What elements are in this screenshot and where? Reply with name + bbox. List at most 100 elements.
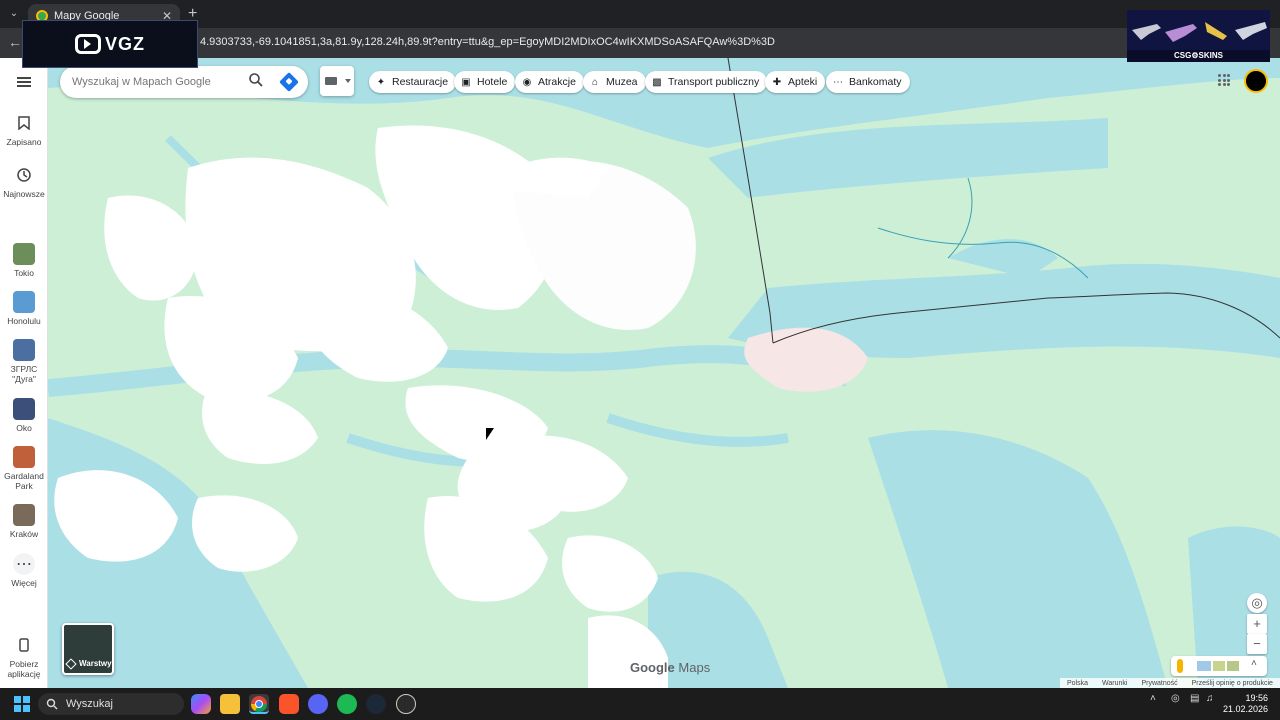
csgo-skins-overlay: CSG⚙SKINS — [1127, 10, 1270, 62]
logo-google: Google — [630, 660, 675, 675]
pegman-icon[interactable] — [1177, 659, 1183, 673]
layers-icon — [65, 657, 77, 670]
microphone-icon[interactable]: ◎ — [1171, 693, 1180, 704]
footer-link[interactable]: Prywatność — [1141, 680, 1177, 687]
rail-label-place: ЗГРЛС "Дуга" — [10, 364, 38, 384]
camera-icon: ◉ — [522, 76, 532, 88]
menu-icon[interactable] — [17, 77, 31, 87]
footer-link[interactable]: Warunki — [1102, 680, 1127, 687]
chip-transit[interactable]: ▩ Transport publiczny — [645, 71, 768, 93]
play-icon — [74, 34, 101, 54]
search-input[interactable] — [72, 76, 248, 88]
imagery-thumbnail[interactable] — [1227, 661, 1239, 671]
rail-label-get-app: Pobierz aplikację — [7, 659, 41, 679]
chip-label: Transport publiczny — [668, 76, 760, 88]
rail-item-oko[interactable]: Oko — [0, 398, 48, 433]
fork-knife-icon: ✦ — [376, 76, 386, 88]
place-thumbnail — [13, 291, 35, 313]
chip-label: Muzea — [606, 76, 638, 88]
clock[interactable]: 19:56 21.02.2026 — [1218, 693, 1268, 715]
rail-item-tokio[interactable]: Tokio — [0, 243, 48, 278]
expand-icon[interactable]: ˄ — [1251, 658, 1257, 669]
phone-icon — [13, 634, 35, 656]
back-arrow-icon[interactable]: ← — [8, 34, 22, 50]
rail-item-honolulu[interactable]: Honolulu — [0, 291, 48, 326]
rail-item-more[interactable]: ⋯ Więcej — [0, 553, 48, 588]
clock-time: 19:56 — [1245, 693, 1268, 703]
map-canvas[interactable] — [48, 58, 1280, 688]
map-terrain — [48, 58, 1280, 688]
chip-pharmacies[interactable]: ✚ Apteki — [765, 71, 826, 93]
directions-icon[interactable] — [279, 72, 299, 92]
clock-date: 21.02.2026 — [1222, 704, 1268, 714]
logo-maps: Maps — [678, 660, 711, 675]
chevron-up-icon[interactable]: ˄ — [1150, 693, 1156, 704]
map-footer: Polska Warunki Prywatność Prześlij opini… — [1060, 678, 1280, 688]
zoom-in-button[interactable]: + — [1247, 614, 1267, 634]
footer-link[interactable]: Prześlij opinię o produkcie — [1192, 680, 1273, 687]
chip-label: Bankomaty — [849, 76, 902, 88]
taskbar-search[interactable]: Wyszukaj — [38, 693, 184, 715]
chip-attractions[interactable]: ◉ Atrakcje — [515, 71, 584, 93]
chrome-icon[interactable] — [249, 694, 269, 714]
mouse-cursor-icon — [486, 428, 494, 440]
rail-label-saved: Zapisano — [6, 137, 42, 147]
history-icon — [13, 164, 35, 186]
google-apps-icon[interactable] — [1218, 74, 1230, 86]
imagery-thumbnail[interactable] — [1197, 661, 1211, 671]
spotify-icon[interactable] — [337, 694, 357, 714]
footer-link[interactable]: Polska — [1067, 680, 1088, 687]
chip-hotels[interactable]: ▣ Hotele — [454, 71, 516, 93]
windows-start-icon[interactable] — [14, 696, 30, 712]
place-thumbnail — [13, 339, 35, 361]
url-field[interactable]: 4.9303733,-69.1041851,3a,81.9y,128.24h,8… — [200, 36, 775, 48]
street-view-controls: ˄ — [1171, 656, 1267, 676]
place-thumbnail — [13, 398, 35, 420]
search-icon[interactable] — [248, 72, 268, 92]
rail-item-recent[interactable]: Najnowsze — [0, 164, 48, 199]
rail-item-duga[interactable]: ЗГРЛС "Дуга" — [0, 339, 48, 384]
brave-icon[interactable] — [279, 694, 299, 714]
account-avatar[interactable] — [1244, 69, 1268, 93]
input-tools-toggle[interactable] — [320, 66, 354, 96]
rail-item-krakow[interactable]: Kraków — [0, 504, 48, 539]
windows-taskbar: Wyszukaj ˄ ◎ ▤ ♫ 19:56 21.02.2026 — [0, 688, 1280, 720]
volume-icon[interactable]: ♫ — [1206, 693, 1214, 704]
pharmacy-icon: ✚ — [772, 76, 782, 88]
search-box — [60, 66, 308, 98]
place-thumbnail — [13, 446, 35, 468]
vgz-logo-overlay: VGZ — [22, 20, 198, 68]
place-thumbnail — [13, 504, 35, 526]
chip-atms[interactable]: ⋯ Bankomaty — [826, 71, 910, 93]
zoom-out-button[interactable]: − — [1247, 634, 1267, 654]
imagery-thumbnail[interactable] — [1213, 661, 1225, 671]
app-icon[interactable] — [396, 694, 416, 714]
rail-item-gardaland[interactable]: Gardaland Park — [0, 446, 48, 491]
rail-label-place: Tokio — [14, 268, 34, 278]
my-location-icon[interactable]: ◎ — [1247, 593, 1267, 613]
display-icon[interactable]: ▤ — [1190, 693, 1199, 704]
taskbar-search-label: Wyszukaj — [66, 698, 113, 710]
rail-label-place: Oko — [16, 423, 32, 433]
chip-label: Restauracje — [392, 76, 449, 88]
more-dots-icon: ⋯ — [13, 553, 35, 575]
rail-label-more: Więcej — [11, 578, 37, 588]
bed-icon: ▣ — [461, 76, 471, 88]
weapons-image — [1127, 10, 1270, 50]
bookmark-icon — [13, 112, 35, 134]
rail-item-saved[interactable]: Zapisano — [0, 112, 48, 147]
chevron-down-icon — [345, 79, 351, 83]
file-explorer-icon[interactable] — [220, 694, 240, 714]
layers-button[interactable]: Warstwy — [62, 623, 114, 675]
steam-icon[interactable] — [366, 694, 386, 714]
atm-icon: ⋯ — [833, 76, 843, 88]
layers-label-wrap: Warstwy — [65, 657, 112, 670]
rail-item-get-app[interactable]: Pobierz aplikację — [0, 634, 48, 679]
chip-restaurants[interactable]: ✦ Restauracje — [369, 71, 457, 93]
bus-icon: ▩ — [652, 76, 662, 88]
copilot-icon[interactable] — [191, 694, 211, 714]
chip-museums[interactable]: ⌂ Muzea — [583, 71, 646, 93]
search-icon — [46, 698, 58, 710]
discord-icon[interactable] — [308, 694, 328, 714]
tab-search-button[interactable]: ⌄ — [6, 6, 22, 22]
